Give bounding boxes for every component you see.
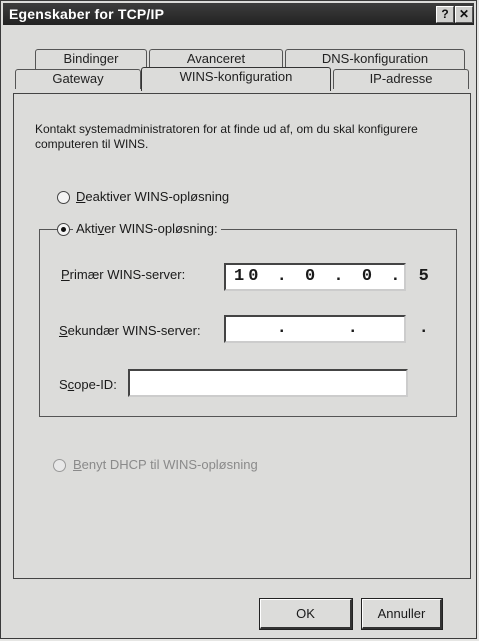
scope-id-label-start: S xyxy=(59,377,68,392)
secondary-wins-field[interactable]: . . . xyxy=(224,315,429,343)
enable-wins-radio[interactable] xyxy=(57,223,70,236)
close-icon[interactable]: ✕ xyxy=(455,6,473,23)
window-title: Egenskaber for TCP/IP xyxy=(9,6,165,22)
ok-button[interactable]: OK xyxy=(259,598,353,630)
title-bar[interactable]: Egenskaber for TCP/IP ? ✕ xyxy=(3,3,474,25)
tab-avanceret[interactable]: Avanceret xyxy=(149,49,283,69)
tab-dns-konfiguration[interactable]: DNS-konfiguration xyxy=(285,49,465,69)
tab-bindinger[interactable]: Bindinger xyxy=(35,49,147,69)
dhcp-wins-radio[interactable] xyxy=(53,459,66,472)
secondary-wins-label-text: ekundær WINS-server: xyxy=(67,323,201,338)
disable-wins-radio[interactable] xyxy=(57,191,70,204)
tab-ip-adresse[interactable]: IP-adresse xyxy=(333,69,469,89)
disable-wins-mnemonic: D xyxy=(76,189,86,204)
info-text: Kontakt systemadministratoren for at fin… xyxy=(35,122,418,151)
scope-id-label-text: ope-ID: xyxy=(74,377,117,392)
enable-wins-label-start: Akti xyxy=(76,221,98,236)
enable-wins-label[interactable]: Aktiver WINS-opløsning: xyxy=(73,221,221,236)
enable-wins-label-text: er WINS-opløsning: xyxy=(104,221,218,236)
primary-wins-label: Primær WINS-server: xyxy=(61,267,185,282)
help-icon[interactable]: ? xyxy=(436,6,454,23)
scope-id-label: Scope-ID: xyxy=(59,377,117,392)
tab-wins-konfiguration[interactable]: WINS-konfiguration xyxy=(141,67,331,91)
dhcp-wins-label-text: enyt DHCP til WINS-opløsning xyxy=(81,457,258,472)
tab-gateway[interactable]: Gateway xyxy=(15,69,141,89)
tcpip-properties-dialog: Egenskaber for TCP/IP ? ✕ Bindinger Avan… xyxy=(0,0,477,639)
scope-id-field[interactable] xyxy=(128,369,408,397)
cancel-button[interactable]: Annuller xyxy=(361,598,443,630)
disable-wins-label-text: eaktiver WINS-opløsning xyxy=(85,189,230,204)
primary-wins-label-text: rimær WINS-server: xyxy=(69,267,186,282)
primary-wins-mnemonic: P xyxy=(61,267,70,282)
dhcp-wins-mnemonic: B xyxy=(73,457,82,472)
secondary-wins-label: Sekundær WINS-server: xyxy=(59,323,201,338)
disable-wins-label[interactable]: Deaktiver WINS-opløsning xyxy=(76,189,229,204)
dhcp-wins-label: Benyt DHCP til WINS-opløsning xyxy=(73,457,258,472)
secondary-wins-mnemonic: S xyxy=(59,323,68,338)
primary-wins-field[interactable]: 10 . 0 . 0 . 5 xyxy=(224,263,429,291)
